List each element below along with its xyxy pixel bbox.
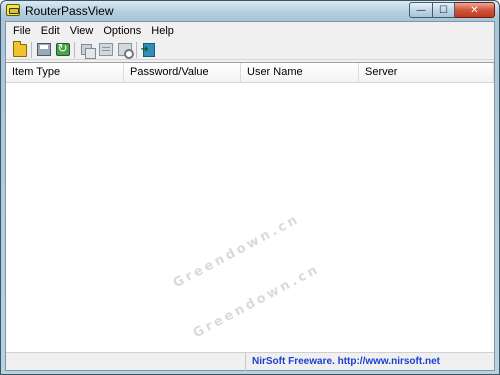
- title-bar[interactable]: RouterPassView — ☐ ✕: [1, 1, 499, 21]
- find-icon: [117, 43, 134, 59]
- menu-file[interactable]: File: [8, 22, 36, 40]
- save-button[interactable]: [34, 41, 53, 59]
- copy-button[interactable]: [77, 41, 96, 59]
- column-password-value[interactable]: Password/Value: [124, 63, 241, 83]
- toolbar-separator: [136, 41, 137, 58]
- window-controls: — ☐ ✕: [409, 2, 495, 18]
- toolbar: [6, 40, 494, 60]
- refresh-icon: [55, 41, 70, 56]
- properties-button[interactable]: [96, 41, 115, 59]
- column-item-type[interactable]: Item Type: [6, 63, 124, 83]
- open-button[interactable]: [10, 41, 29, 59]
- router-app-icon: [6, 4, 20, 16]
- password-list[interactable]: Item Type Password/Value User Name Serve…: [6, 62, 494, 352]
- menu-view[interactable]: View: [65, 22, 99, 40]
- toolbar-separator: [31, 41, 32, 58]
- exit-icon: [141, 42, 155, 57]
- refresh-button[interactable]: [53, 41, 72, 59]
- toolbar-separator: [74, 41, 75, 58]
- status-panel-left: [6, 353, 246, 371]
- nirsoft-link[interactable]: NirSoft Freeware. http://www.nirsoft.net: [246, 353, 440, 371]
- app-window: RouterPassView — ☐ ✕ File Edit View Opti…: [0, 0, 500, 375]
- open-folder-icon: [12, 41, 27, 57]
- menu-options[interactable]: Options: [98, 22, 146, 40]
- menu-help[interactable]: Help: [146, 22, 179, 40]
- close-button[interactable]: ✕: [455, 2, 495, 18]
- copy-icon: [81, 44, 96, 59]
- client-area: File Edit View Options Help Item Type Pa…: [5, 21, 495, 371]
- list-body[interactable]: Greendown.cn Greendown.cn: [6, 84, 494, 352]
- minimize-button[interactable]: —: [409, 2, 433, 18]
- save-icon: [36, 43, 51, 56]
- list-header: Item Type Password/Value User Name Serve…: [6, 63, 494, 83]
- exit-button[interactable]: [139, 41, 158, 59]
- column-user-name[interactable]: User Name: [241, 63, 359, 83]
- find-button[interactable]: [115, 41, 134, 59]
- maximize-button[interactable]: ☐: [433, 2, 455, 18]
- column-server[interactable]: Server: [359, 63, 494, 83]
- menu-edit[interactable]: Edit: [36, 22, 65, 40]
- window-title: RouterPassView: [25, 4, 114, 18]
- menu-bar: File Edit View Options Help: [6, 22, 494, 40]
- status-bar: NirSoft Freeware. http://www.nirsoft.net: [6, 352, 494, 371]
- properties-icon: [98, 43, 113, 56]
